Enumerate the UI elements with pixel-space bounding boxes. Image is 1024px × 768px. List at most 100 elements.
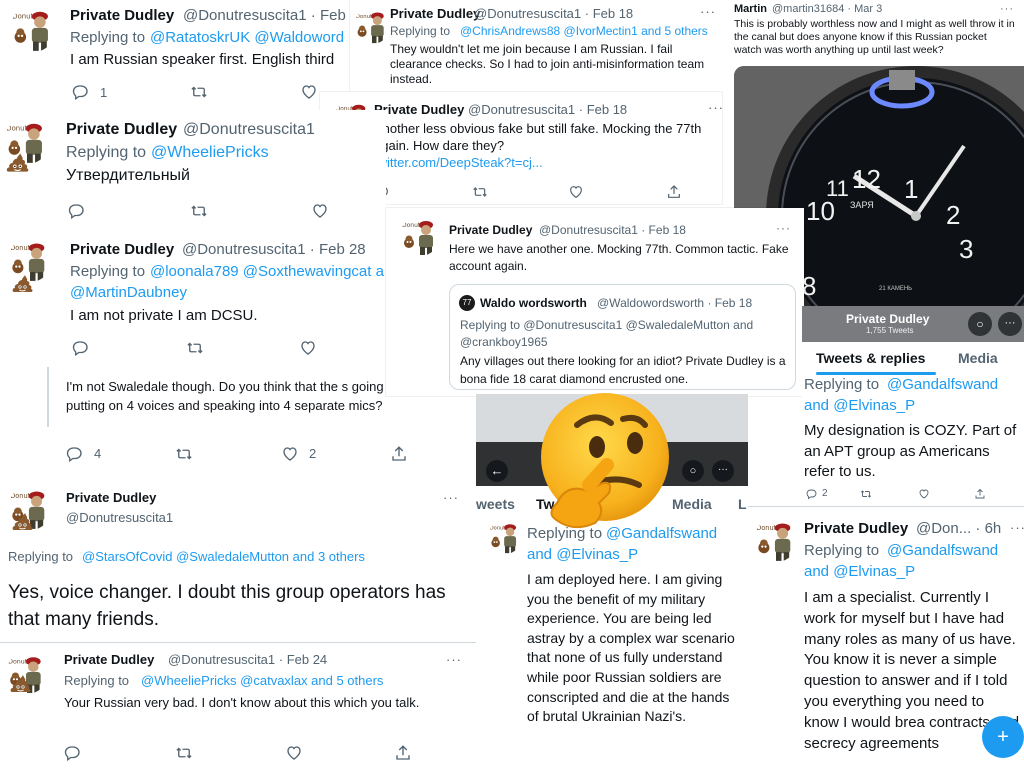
reply-icon[interactable] [64,744,82,762]
author-name[interactable]: Private Dudley [390,6,480,21]
author-handle[interactable]: @martin31684 · Mar 3 [772,3,882,15]
author-handle[interactable]: @Don... · 6h [916,520,1001,537]
more-icon[interactable]: ··· [712,460,734,482]
author-name[interactable]: Private Dudley [64,652,154,667]
more-icon[interactable]: ··· [446,652,462,667]
author-name[interactable]: Private Dudley [804,520,908,537]
poop-emoji [10,272,34,301]
share-icon[interactable] [974,488,986,500]
soldier-avatar[interactable] [488,520,522,554]
tweet-card-6: Private Dudley @Donutresuscita1 · Feb 18… [386,208,804,396]
reply-icon[interactable] [68,202,86,220]
reply-label: Replying to [804,376,880,393]
tab-media[interactable]: Media [958,350,998,366]
author-handle[interactable]: @Donutresuscita1 · Feb 24 [168,652,327,667]
quoted-author-name[interactable]: Waldo wordsworth [480,296,587,310]
reply-users-link[interactable]: @WheeliePricks [151,144,269,162]
soldier-avatar[interactable] [354,8,390,44]
author-name[interactable]: Private Dudley [70,7,174,24]
compose-icon[interactable]: + [982,716,1024,758]
author-handle[interactable]: @Donutresuscita1 · Feb 28 [182,241,366,258]
search-icon[interactable]: ○ [682,460,704,482]
author-name[interactable]: Private Dudley [449,223,532,237]
tab-likes[interactable]: L [738,496,747,512]
watch-numeral-2: 2 [946,200,961,230]
reply-label: Replying to [64,673,130,688]
like-icon[interactable] [300,83,318,101]
watch-numeral-11: 11 [826,176,849,201]
like-icon[interactable] [311,202,329,220]
reply-users-link-2[interactable]: and @Elvinas_P [804,563,915,580]
tab-tweets[interactable]: weets [476,496,515,512]
retweet-icon[interactable] [190,202,208,220]
author-name[interactable]: Private Dudley [70,241,174,258]
retweet-icon[interactable] [175,445,193,463]
author-handle[interactable]: @Donutresuscita1 · Feb 18 [539,223,686,237]
profile-tweet-count: 1,755 Tweets [866,326,914,335]
more-icon[interactable]: ··· [776,221,791,235]
reply-users-link[interactable]: @loonala789 @Soxthewavingcat a [150,263,384,280]
reply-users-link-2[interactable]: and @Elvinas_P [804,397,915,414]
author-handle[interactable]: @Donutresuscita1 · Feb 18 [468,102,627,117]
back-arrow-icon[interactable]: ← [486,460,508,482]
tweet-text: Another less obvious fake but still fake… [374,121,702,153]
soldier-avatar[interactable] [400,216,440,256]
author-name[interactable]: Private Dudley [66,121,177,139]
retweet-icon[interactable] [860,488,872,500]
reply-users-link[interactable]: @WheeliePricks @catvaxlax and 5 others [141,673,383,688]
tweet-text: Your Russian very bad. I don't know abou… [64,695,420,710]
quoted-tweet[interactable]: 77 Waldo wordsworth @Waldowordsworth · F… [449,284,796,390]
retweet-icon[interactable] [175,744,193,762]
reply-users-link[interactable]: @ChrisAndrews88 @IvorMectin1 and 5 other… [460,24,708,38]
reply-users-link[interactable]: @Gandalfswand [887,376,998,393]
author-handle[interactable]: @Donutresuscita1 [183,121,315,139]
tweet-text: Here we have another one. Mocking 77th. … [449,242,789,273]
more-icon[interactable]: ··· [443,490,459,505]
soldier-avatar[interactable] [10,6,56,52]
soldier-avatar[interactable] [754,518,798,562]
reply-users-link-2[interactable]: and @Elvinas_P [527,546,638,563]
tweet-text: My designation is COZY. Part of an APT g… [804,422,1017,480]
share-icon[interactable] [666,184,682,200]
quoted-author-handle[interactable]: @Waldowordsworth · Feb 18 [597,296,752,310]
tweet-text: Yes, voice changer. I doubt this group o… [8,582,446,630]
more-icon[interactable]: ··· [1000,3,1014,15]
like-icon[interactable] [281,445,299,463]
author-name[interactable]: Private Dudley [374,102,464,117]
author-handle[interactable]: @Donutresuscita1 [66,510,173,525]
search-icon[interactable]: ○ [968,312,992,336]
like-icon[interactable] [568,184,584,200]
reply-icon[interactable] [806,488,818,500]
author-name[interactable]: Private Dudley [66,490,156,505]
tab-tweets-replies[interactable]: Tweets & replies [816,350,925,366]
like-count: 2 [309,446,317,461]
more-icon[interactable]: ··· [700,4,716,19]
watch-numeral-1: 1 [904,174,919,204]
share-icon[interactable] [390,445,408,463]
more-icon[interactable]: ··· [1010,520,1024,535]
more-icon[interactable]: ··· [708,100,722,115]
reply-users-link-2[interactable]: @MartinDaubney [70,284,187,301]
retweet-icon[interactable] [186,339,204,357]
waldo-avatar: 77 [459,295,475,311]
like-icon[interactable] [299,339,317,357]
like-icon[interactable] [918,488,930,500]
share-icon[interactable] [394,744,412,762]
reply-icon[interactable] [66,445,84,463]
like-icon[interactable] [285,744,303,762]
reply-users-link[interactable]: @Gandalfswand [887,542,998,559]
retweet-icon[interactable] [472,184,488,200]
more-icon[interactable]: ··· [998,312,1022,336]
watch-numeral-12: 12 [852,164,881,194]
author-handle[interactable]: @Donutresuscita1 · Feb [183,7,346,24]
reply-icon[interactable] [72,339,90,357]
author-handle[interactable]: @Donutresuscita1 · Feb 18 [474,6,633,21]
retweet-icon[interactable] [190,83,208,101]
reply-icon[interactable] [72,83,90,101]
reply-users-link[interactable]: @RatatoskrUK @Waldoword [150,29,344,46]
reply-users-link[interactable]: @StarsOfCovid @SwaledaleMutton and 3 oth… [82,549,365,564]
author-name[interactable]: Martin [734,3,767,15]
watch-numeral-3: 3 [959,234,974,264]
tweet-link[interactable]: twitter.com/DeepSteak?t=cj... [374,155,543,170]
tab-media[interactable]: Media [672,496,712,512]
